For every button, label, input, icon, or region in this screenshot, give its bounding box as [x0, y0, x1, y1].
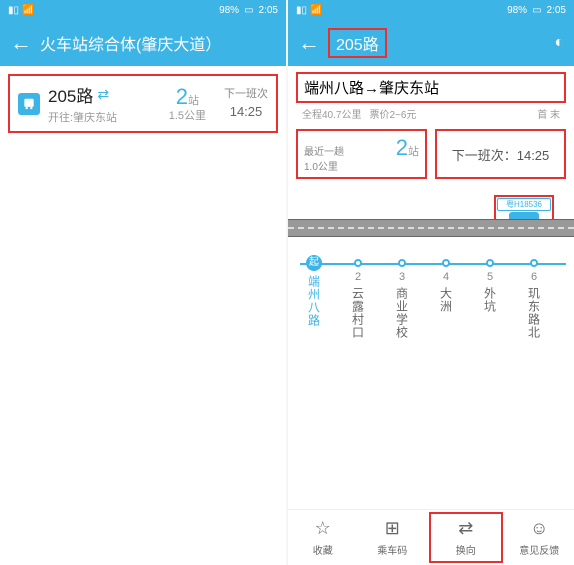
back-icon[interactable]: ← — [10, 30, 32, 56]
stop-name: 端州八路 — [306, 275, 323, 327]
status-bar: ▮▯ 📶 98% ▭ 2:05 — [288, 0, 574, 20]
header: ← 火车站综合体(肇庆大道） — [0, 20, 286, 66]
screen-route-detail: ▮▯ 📶 98% ▭ 2:05 ← 205路 ◐ 端州八路→肇庆东站 全程40.… — [288, 0, 574, 565]
route-main: 205路 ⇄ 开往:肇庆东站 — [48, 82, 161, 125]
stop-number: 3 — [380, 271, 424, 283]
tip-icon[interactable]: ◐ — [554, 34, 564, 52]
stop-name: 商业学校 — [394, 287, 411, 339]
wifi-icon: 📶 — [310, 5, 322, 16]
stops-info: 2站 1.5公里 — [169, 84, 206, 124]
schedule-label: 首 末 — [537, 106, 560, 121]
back-icon[interactable]: ← — [298, 30, 320, 56]
stop-number: 4 — [424, 271, 468, 283]
info-blocks: 最近一趟 1.0公里 2站 下一班次：14:25 — [288, 125, 574, 183]
total-distance: 全程40.7公里 — [302, 106, 361, 121]
recent-stops-count: 2 — [396, 135, 408, 160]
nav-label: 收藏 — [313, 542, 333, 557]
stop-item[interactable]: 5外坑 — [468, 275, 512, 339]
nav-favorite[interactable]: ☆ 收藏 — [288, 510, 358, 565]
recent-block[interactable]: 最近一趟 1.0公里 2站 — [296, 129, 427, 179]
stop-dot — [530, 259, 538, 267]
qr-icon: ⊞ — [385, 518, 400, 539]
next-time: 14:25 — [224, 104, 268, 120]
screen-route-list: ▮▯ 📶 98% ▭ 2:05 ← 火车站综合体(肇庆大道） 205路 ⇄ 开往… — [0, 0, 286, 565]
stop-name: 云露村口 — [350, 287, 367, 339]
fare: 票价2~6元 — [369, 106, 416, 121]
stop-number: 6 — [512, 271, 556, 283]
stop-name: 大洲 — [438, 287, 455, 313]
next-block[interactable]: 下一班次：14:25 — [435, 129, 566, 179]
battery-icon: ▭ — [244, 5, 253, 16]
headset-icon: ☺ — [530, 518, 548, 539]
next-time: 14:25 — [517, 148, 550, 163]
stop-dot — [398, 259, 406, 267]
stops-unit: 站 — [188, 95, 199, 107]
page-title: 205路 — [328, 28, 387, 58]
stop-dot — [442, 259, 450, 267]
stop-item[interactable]: 起端州八路 — [292, 275, 336, 339]
signal-icon: ▮▯ — [8, 5, 19, 16]
route-card[interactable]: 205路 ⇄ 开往:肇庆东站 2站 1.5公里 下一班次 14:25 — [8, 74, 278, 133]
stop-item[interactable]: 2云露村口 — [336, 275, 380, 339]
nav-qrcode[interactable]: ⊞ 乘车码 — [358, 510, 428, 565]
stop-number: 2 — [336, 271, 380, 283]
track-area: 粤H18536 — [288, 195, 574, 249]
header: ← 205路 ◐ — [288, 20, 574, 66]
road-graphic — [288, 219, 574, 237]
status-time: 2:05 — [259, 5, 278, 16]
origin-badge: 起 — [306, 255, 322, 271]
stop-dot — [486, 259, 494, 267]
stop-item[interactable]: 4大洲 — [424, 275, 468, 339]
nav-label: 意见反馈 — [519, 542, 559, 557]
battery-text: 98% — [507, 5, 527, 16]
recent-distance: 1.0公里 — [304, 158, 344, 173]
stops-row[interactable]: 起端州八路2云露村口3商业学校4大洲5外坑6玑东路北 — [288, 275, 574, 339]
nav-feedback[interactable]: ☺ 意见反馈 — [505, 510, 574, 565]
status-bar: ▮▯ 📶 98% ▭ 2:05 — [0, 0, 286, 20]
route-meta: 全程40.7公里 票价2~6元 首 末 — [288, 106, 574, 125]
nav-label: 乘车码 — [377, 542, 407, 557]
nav-swap-direction[interactable]: ⇄ 换向 — [429, 512, 503, 563]
swap-icon[interactable]: ⇄ — [97, 86, 109, 103]
stop-name: 玑东路北 — [526, 287, 543, 339]
status-time: 2:05 — [547, 5, 566, 16]
battery-text: 98% — [219, 5, 239, 16]
star-icon: ☆ — [315, 518, 331, 539]
next-info: 下一班次 14:25 — [224, 88, 268, 120]
distance: 1.5公里 — [169, 110, 206, 123]
route-direction: 端州八路→肇庆东站 — [296, 72, 566, 103]
recent-label: 最近一趟 — [304, 143, 344, 158]
stops-count: 2 — [176, 84, 188, 109]
bottom-nav: ☆ 收藏 ⊞ 乘车码 ⇄ 换向 ☺ 意见反馈 — [288, 509, 574, 565]
nav-label: 换向 — [456, 542, 476, 557]
stop-number: 5 — [468, 271, 512, 283]
bus-icon — [18, 93, 40, 115]
stop-item[interactable]: 3商业学校 — [380, 275, 424, 339]
stop-item[interactable]: 6玑东路北 — [512, 275, 556, 339]
battery-icon: ▭ — [532, 5, 541, 16]
license-plate: 粤H18536 — [497, 198, 551, 211]
stop-name: 外坑 — [482, 287, 499, 313]
next-label: 下一班次： — [452, 148, 517, 163]
signal-icon: ▮▯ — [296, 5, 307, 16]
stop-dot — [354, 259, 362, 267]
next-label: 下一班次 — [224, 88, 268, 101]
route-number: 205路 — [48, 82, 93, 107]
wifi-icon: 📶 — [22, 5, 34, 16]
recent-stops-unit: 站 — [408, 146, 419, 158]
route-destination: 开往:肇庆东站 — [48, 109, 161, 125]
swap-icon: ⇄ — [458, 518, 473, 539]
page-title: 火车站综合体(肇庆大道） — [40, 31, 221, 55]
